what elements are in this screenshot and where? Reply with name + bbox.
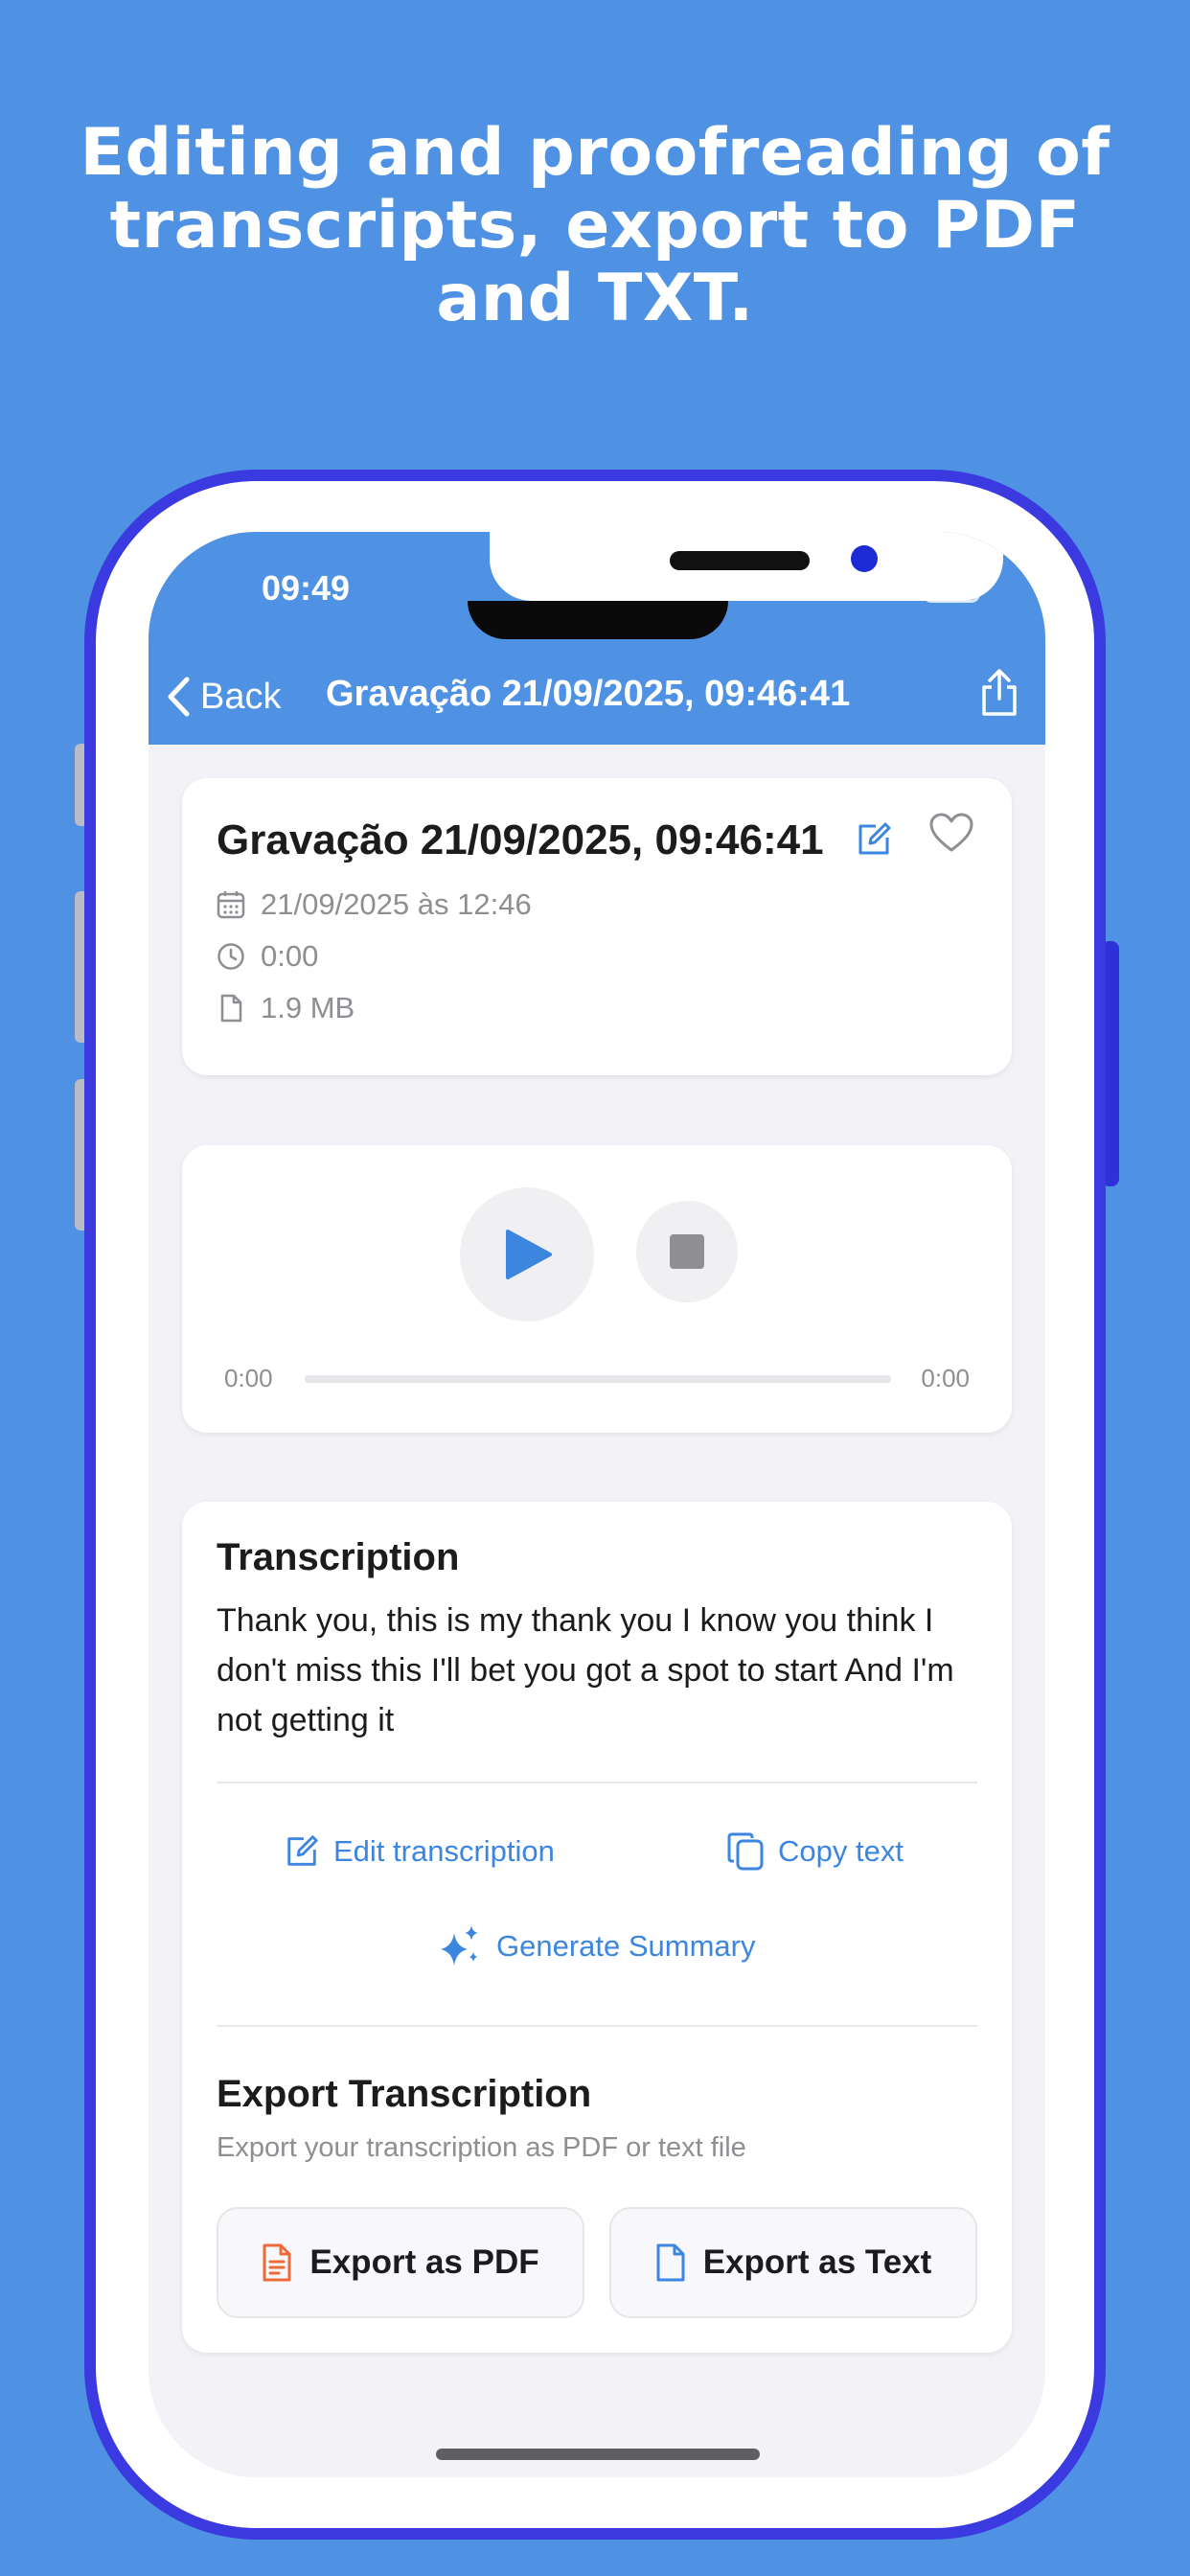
heart-icon bbox=[929, 813, 973, 852]
front-camera bbox=[851, 545, 878, 572]
copy-icon bbox=[727, 1832, 764, 1871]
transcription-card: Transcription Thank you, this is my than… bbox=[182, 1502, 1012, 2353]
progress-slider[interactable] bbox=[305, 1375, 891, 1383]
export-pdf-label: Export as PDF bbox=[309, 2243, 539, 2281]
copy-text-label: Copy text bbox=[778, 1834, 904, 1868]
share-icon bbox=[982, 669, 1017, 716]
notch bbox=[468, 601, 728, 639]
back-chevron-icon bbox=[168, 677, 190, 717]
back-button[interactable]: Back bbox=[166, 676, 281, 718]
status-time: 09:49 bbox=[262, 568, 351, 608]
nav-title: Gravação 21/09/2025, 09:46:41 bbox=[326, 674, 851, 714]
play-icon bbox=[506, 1230, 552, 1279]
back-label: Back bbox=[200, 676, 282, 717]
divider bbox=[217, 1782, 977, 1783]
stop-icon bbox=[670, 1234, 704, 1269]
edit-icon bbox=[287, 1835, 318, 1866]
size-row: 1.9 MB bbox=[217, 991, 355, 1025]
export-subtitle: Export your transcription as PDF or text… bbox=[217, 2132, 746, 2163]
calendar-icon bbox=[217, 891, 245, 919]
current-time: 0:00 bbox=[224, 1364, 273, 1392]
clock-icon bbox=[217, 943, 244, 970]
share-button[interactable] bbox=[978, 668, 1020, 723]
date-row: 21/09/2025 às 12:46 bbox=[217, 887, 532, 922]
home-indicator bbox=[436, 2449, 760, 2460]
edit-transcription-label: Edit transcription bbox=[333, 1834, 555, 1868]
navigation-bar: 09:49 Back Gravação 21/09/2025, 09:46:41 bbox=[149, 532, 1045, 745]
favorite-button[interactable] bbox=[929, 813, 973, 858]
phone-screen: 09:49 Back Gravação 21/09/2025, 09:46:41… bbox=[149, 532, 1045, 2477]
export-heading: Export Transcription bbox=[217, 2073, 592, 2115]
play-button[interactable] bbox=[460, 1187, 594, 1322]
copy-text-button[interactable]: Copy text bbox=[726, 1831, 904, 1872]
export-text-label: Export as Text bbox=[702, 2243, 932, 2281]
recording-duration: 0:00 bbox=[261, 939, 319, 973]
text-file-icon bbox=[656, 2243, 685, 2282]
stop-button[interactable] bbox=[636, 1201, 738, 1302]
export-text-button[interactable]: Export as Text bbox=[609, 2207, 977, 2318]
total-time: 0:00 bbox=[921, 1364, 970, 1392]
sparkles-icon bbox=[441, 1925, 478, 1966]
speaker-grille bbox=[670, 551, 810, 570]
file-icon bbox=[220, 994, 242, 1023]
edit-transcription-button[interactable]: Edit transcription bbox=[284, 1833, 555, 1870]
transcription-heading: Transcription bbox=[217, 1536, 460, 1578]
export-pdf-button[interactable]: Export as PDF bbox=[217, 2207, 584, 2318]
recording-date: 21/09/2025 às 12:46 bbox=[261, 887, 532, 921]
camera-housing bbox=[490, 532, 1003, 601]
generate-summary-label: Generate Summary bbox=[496, 1929, 756, 1963]
divider bbox=[217, 2025, 977, 2027]
recording-title: Gravação 21/09/2025, 09:46:41 bbox=[217, 816, 824, 863]
edit-title-button[interactable] bbox=[855, 820, 893, 863]
edit-icon bbox=[858, 822, 891, 855]
transcription-text: Thank you, this is my thank you I know y… bbox=[217, 1602, 954, 1738]
recording-size: 1.9 MB bbox=[261, 991, 355, 1024]
headline: Editing and proofreading of transcripts,… bbox=[80, 115, 1110, 336]
generate-summary-button[interactable]: Generate Summary bbox=[437, 1923, 756, 1969]
audio-player-card: 0:00 0:00 bbox=[182, 1145, 1012, 1433]
duration-row: 0:00 bbox=[217, 939, 318, 974]
pdf-file-icon bbox=[263, 2243, 291, 2282]
recording-info-card: Gravação 21/09/2025, 09:46:41 21/09/2025… bbox=[182, 778, 1012, 1075]
